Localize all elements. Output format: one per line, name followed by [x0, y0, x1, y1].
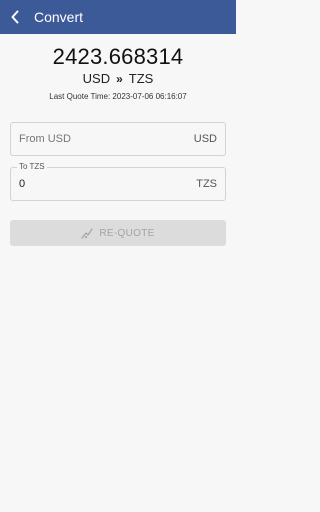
refresh-signal-icon: [81, 228, 94, 239]
to-amount-value: 0: [19, 178, 26, 190]
last-quote-time: Last Quote Time: 2023-07-06 06:16:07: [49, 92, 187, 101]
to-currency: TZS: [128, 71, 154, 86]
back-button[interactable]: [0, 0, 30, 34]
to-currency-suffix: TZS: [196, 178, 217, 190]
app-bar: Convert: [0, 0, 236, 34]
from-amount-placeholder: From USD: [19, 133, 71, 145]
requote-button[interactable]: RE-QUOTE: [10, 220, 226, 246]
to-amount-input[interactable]: To TZS 0 TZS: [10, 162, 226, 201]
exchange-rate: 2423.668314: [52, 44, 184, 69]
from-amount-input[interactable]: From USD USD: [10, 122, 226, 156]
chevron-left-icon: [11, 10, 19, 24]
page-title: Convert: [34, 9, 84, 25]
currency-pair: USD » TZS: [0, 71, 236, 86]
from-currency-suffix: USD: [193, 133, 217, 145]
requote-label: RE-QUOTE: [99, 227, 155, 239]
double-chevron-icon: »: [116, 71, 123, 86]
from-currency: USD: [82, 71, 111, 86]
to-amount-label: To TZS: [17, 162, 47, 171]
